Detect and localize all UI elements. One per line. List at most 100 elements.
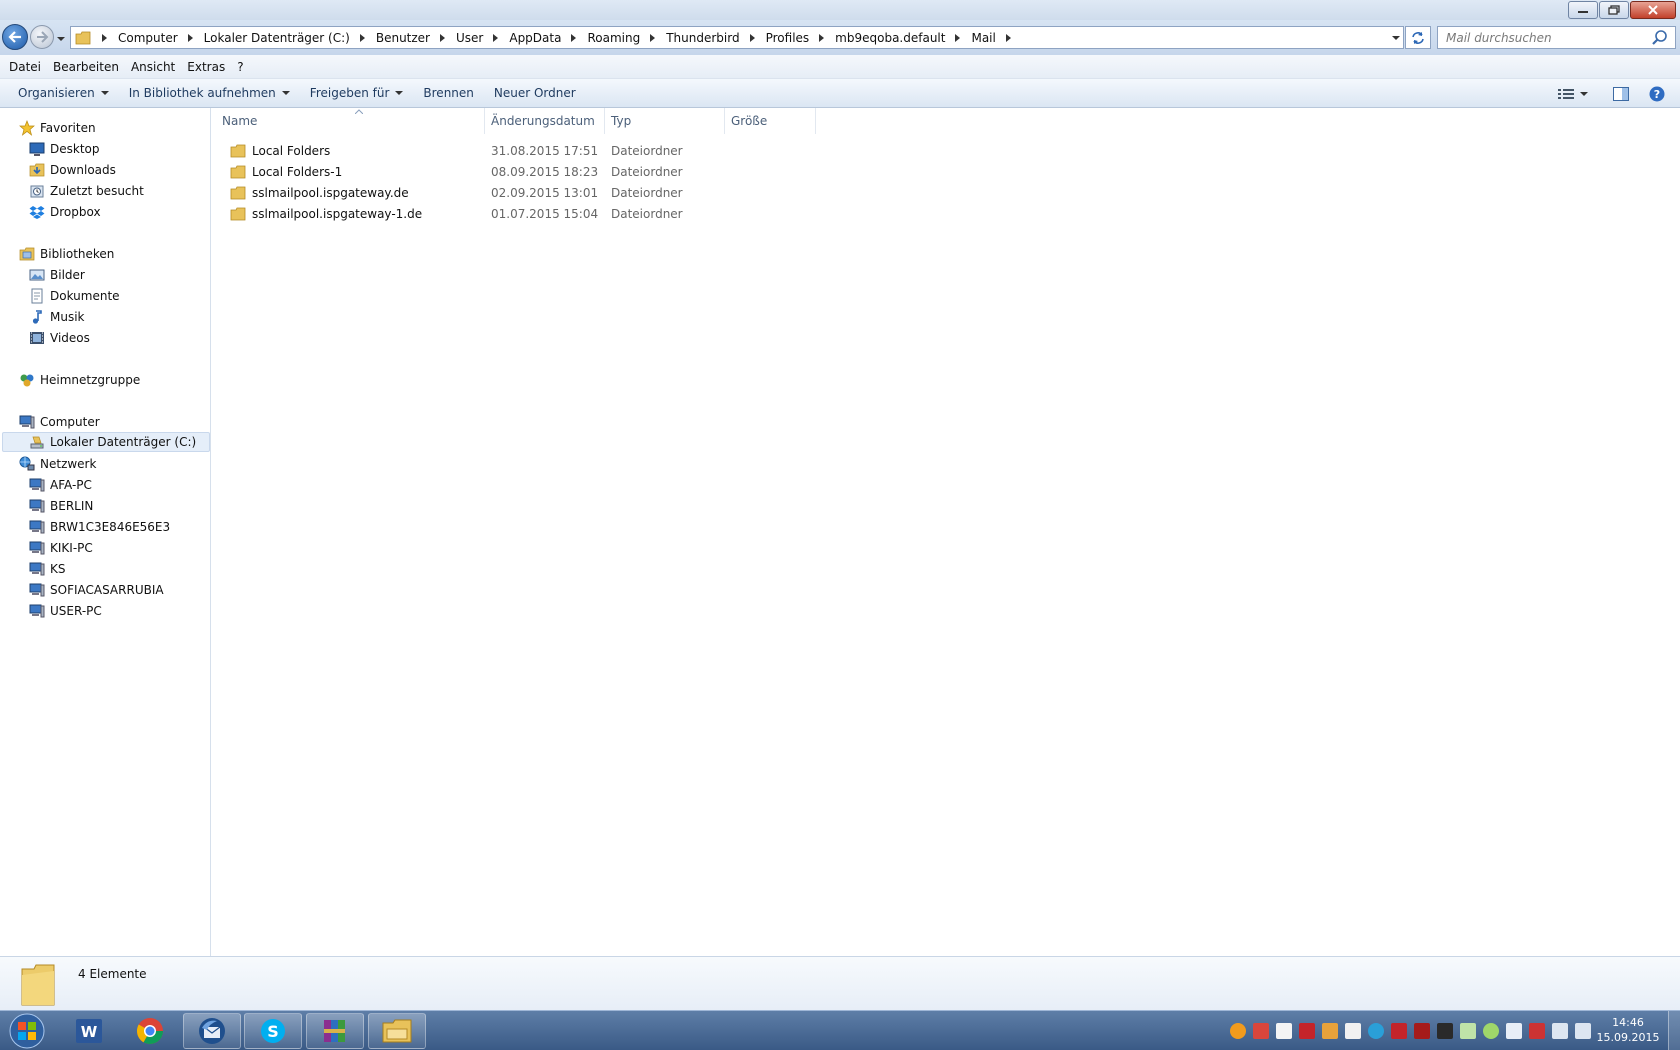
tray-acrobat-icon[interactable] — [1414, 1023, 1430, 1039]
tray-notify-icon[interactable] — [1230, 1023, 1246, 1039]
nav-item-recent[interactable]: Zuletzt besucht — [29, 181, 144, 201]
tray-mail-icon[interactable] — [1345, 1023, 1361, 1039]
tray-sync-icon[interactable] — [1483, 1023, 1499, 1039]
address-bar[interactable]: Computer Lokaler Datenträger (C:) Benutzer… — [70, 26, 1404, 49]
nav-item-documents[interactable]: Dokumente — [29, 286, 120, 306]
nav-network[interactable]: Netzwerk — [19, 454, 96, 474]
share-button[interactable]: Freigeben für — [300, 79, 414, 107]
organize-button[interactable]: Organisieren — [8, 79, 119, 107]
forward-button[interactable] — [30, 25, 54, 49]
nav-item-network-pc[interactable]: USER-PC — [29, 601, 102, 621]
breadcrumb-separator[interactable] — [433, 27, 453, 48]
nav-homegroup[interactable]: Heimnetzgruppe — [19, 370, 140, 390]
burn-button[interactable]: Brennen — [413, 79, 483, 107]
column-header-size[interactable]: Größe — [725, 108, 816, 134]
menu-bearbeiten[interactable]: Bearbeiten — [47, 55, 125, 79]
column-header-type[interactable]: Typ — [605, 108, 725, 134]
show-desktop-button[interactable] — [1668, 1011, 1680, 1050]
menu-extras[interactable]: Extras — [181, 55, 231, 79]
column-header-name[interactable]: Name — [216, 108, 485, 134]
table-row[interactable]: Local Folders-1 08.09.2015 18:23 Dateior… — [212, 161, 752, 182]
nav-libraries[interactable]: Bibliotheken — [19, 244, 114, 264]
minimize-button[interactable] — [1568, 1, 1598, 19]
new-folder-button[interactable]: Neuer Ordner — [484, 79, 586, 107]
tray-skype-icon[interactable] — [1368, 1023, 1384, 1039]
nav-item-network-pc[interactable]: KIKI-PC — [29, 538, 93, 558]
nav-item-local-disk[interactable]: Lokaler Datenträger (C:) — [2, 432, 210, 452]
taskbar-explorer[interactable] — [368, 1013, 426, 1049]
breadcrumb-separator[interactable] — [353, 27, 373, 48]
search-input[interactable] — [1438, 27, 1651, 48]
start-button[interactable] — [2, 1012, 52, 1050]
include-library-button[interactable]: In Bibliothek aufnehmen — [119, 79, 300, 107]
breadcrumb-item[interactable]: mb9eqoba.default — [832, 27, 948, 48]
system-clock[interactable]: 14:46 15.09.2015 — [1596, 1015, 1660, 1045]
nav-item-network-pc[interactable]: SOFIACASARRUBIA — [29, 580, 164, 600]
nav-item-network-pc[interactable]: BRW1C3E846E56E3 — [29, 517, 170, 537]
breadcrumb-item[interactable]: Thunderbird — [663, 27, 742, 48]
tray-bluetooth-icon[interactable] — [1253, 1023, 1269, 1039]
breadcrumb-separator[interactable] — [812, 27, 832, 48]
taskbar-chrome[interactable] — [121, 1013, 179, 1049]
search-icon[interactable] — [1651, 29, 1669, 47]
nav-item-desktop[interactable]: Desktop — [29, 139, 100, 159]
tray-warning-icon[interactable] — [1322, 1023, 1338, 1039]
tray-flash-icon[interactable] — [1460, 1023, 1476, 1039]
breadcrumb-separator[interactable] — [486, 27, 506, 48]
breadcrumb-item[interactable]: Profiles — [763, 27, 813, 48]
table-row[interactable]: sslmailpool.ispgateway-1.de 01.07.2015 1… — [212, 203, 752, 224]
tray-security-icon[interactable] — [1299, 1023, 1315, 1039]
menu-datei[interactable]: Datei — [3, 55, 47, 79]
preview-pane-button[interactable] — [1610, 83, 1632, 105]
nav-item-downloads[interactable]: Downloads — [29, 160, 116, 180]
breadcrumb-item[interactable]: Mail — [968, 27, 998, 48]
menu-ansicht[interactable]: Ansicht — [125, 55, 181, 79]
taskbar-word[interactable]: W — [60, 1013, 118, 1049]
breadcrumb-separator[interactable] — [999, 27, 1019, 48]
nav-computer[interactable]: Computer — [19, 412, 100, 432]
breadcrumb-separator[interactable] — [948, 27, 968, 48]
tray-windows-icon[interactable] — [1276, 1023, 1292, 1039]
view-options-button[interactable] — [1554, 83, 1592, 105]
taskbar-skype[interactable]: S — [244, 1013, 302, 1049]
nav-item-pictures[interactable]: Bilder — [29, 265, 85, 285]
back-button[interactable] — [2, 24, 28, 50]
taskbar-thunderbird[interactable] — [183, 1013, 241, 1049]
refresh-button[interactable] — [1405, 26, 1431, 49]
help-button[interactable]: ? — [1646, 83, 1668, 105]
breadcrumb-item[interactable]: AppData — [506, 27, 564, 48]
breadcrumb-separator[interactable] — [564, 27, 584, 48]
recent-pages-button[interactable] — [56, 32, 66, 42]
nav-item-dropbox[interactable]: Dropbox — [29, 202, 101, 222]
breadcrumb-item[interactable]: Lokaler Datenträger (C:) — [201, 27, 353, 48]
tray-adobe-icon[interactable] — [1391, 1023, 1407, 1039]
breadcrumb-item[interactable]: Benutzer — [373, 27, 433, 48]
tray-volume-icon[interactable] — [1575, 1023, 1591, 1039]
breadcrumb-item[interactable]: Computer — [115, 27, 181, 48]
breadcrumb-separator[interactable] — [181, 27, 201, 48]
nav-favorites[interactable]: Favoriten — [19, 118, 96, 138]
table-row[interactable]: Local Folders 31.08.2015 17:51 Dateiordn… — [212, 140, 752, 161]
maximize-button[interactable] — [1599, 1, 1629, 19]
tray-network-icon[interactable] — [1552, 1023, 1568, 1039]
breadcrumb-item[interactable]: User — [453, 27, 486, 48]
breadcrumb-separator[interactable] — [95, 27, 115, 48]
tray-device-icon[interactable] — [1529, 1023, 1545, 1039]
close-button[interactable] — [1630, 1, 1676, 19]
table-row[interactable]: sslmailpool.ispgateway.de 02.09.2015 13:… — [212, 182, 752, 203]
nav-item-videos[interactable]: Videos — [29, 328, 90, 348]
breadcrumb-item[interactable]: Roaming — [584, 27, 643, 48]
nav-item-network-pc[interactable]: KS — [29, 559, 66, 579]
column-header-date[interactable]: Änderungsdatum — [485, 108, 605, 134]
menu-help[interactable]: ? — [231, 55, 249, 79]
address-dropdown-button[interactable] — [1387, 27, 1403, 48]
breadcrumb-separator[interactable] — [743, 27, 763, 48]
breadcrumb-separator[interactable] — [643, 27, 663, 48]
taskbar-winrar[interactable] — [306, 1013, 364, 1049]
menu-bar: Datei Bearbeiten Ansicht Extras ? — [0, 55, 1680, 79]
nav-item-music[interactable]: Musik — [29, 307, 85, 327]
tray-pdf-icon[interactable] — [1437, 1023, 1453, 1039]
tray-action-center-icon[interactable] — [1506, 1023, 1522, 1039]
nav-item-network-pc[interactable]: AFA-PC — [29, 475, 92, 495]
nav-item-network-pc[interactable]: BERLIN — [29, 496, 93, 516]
